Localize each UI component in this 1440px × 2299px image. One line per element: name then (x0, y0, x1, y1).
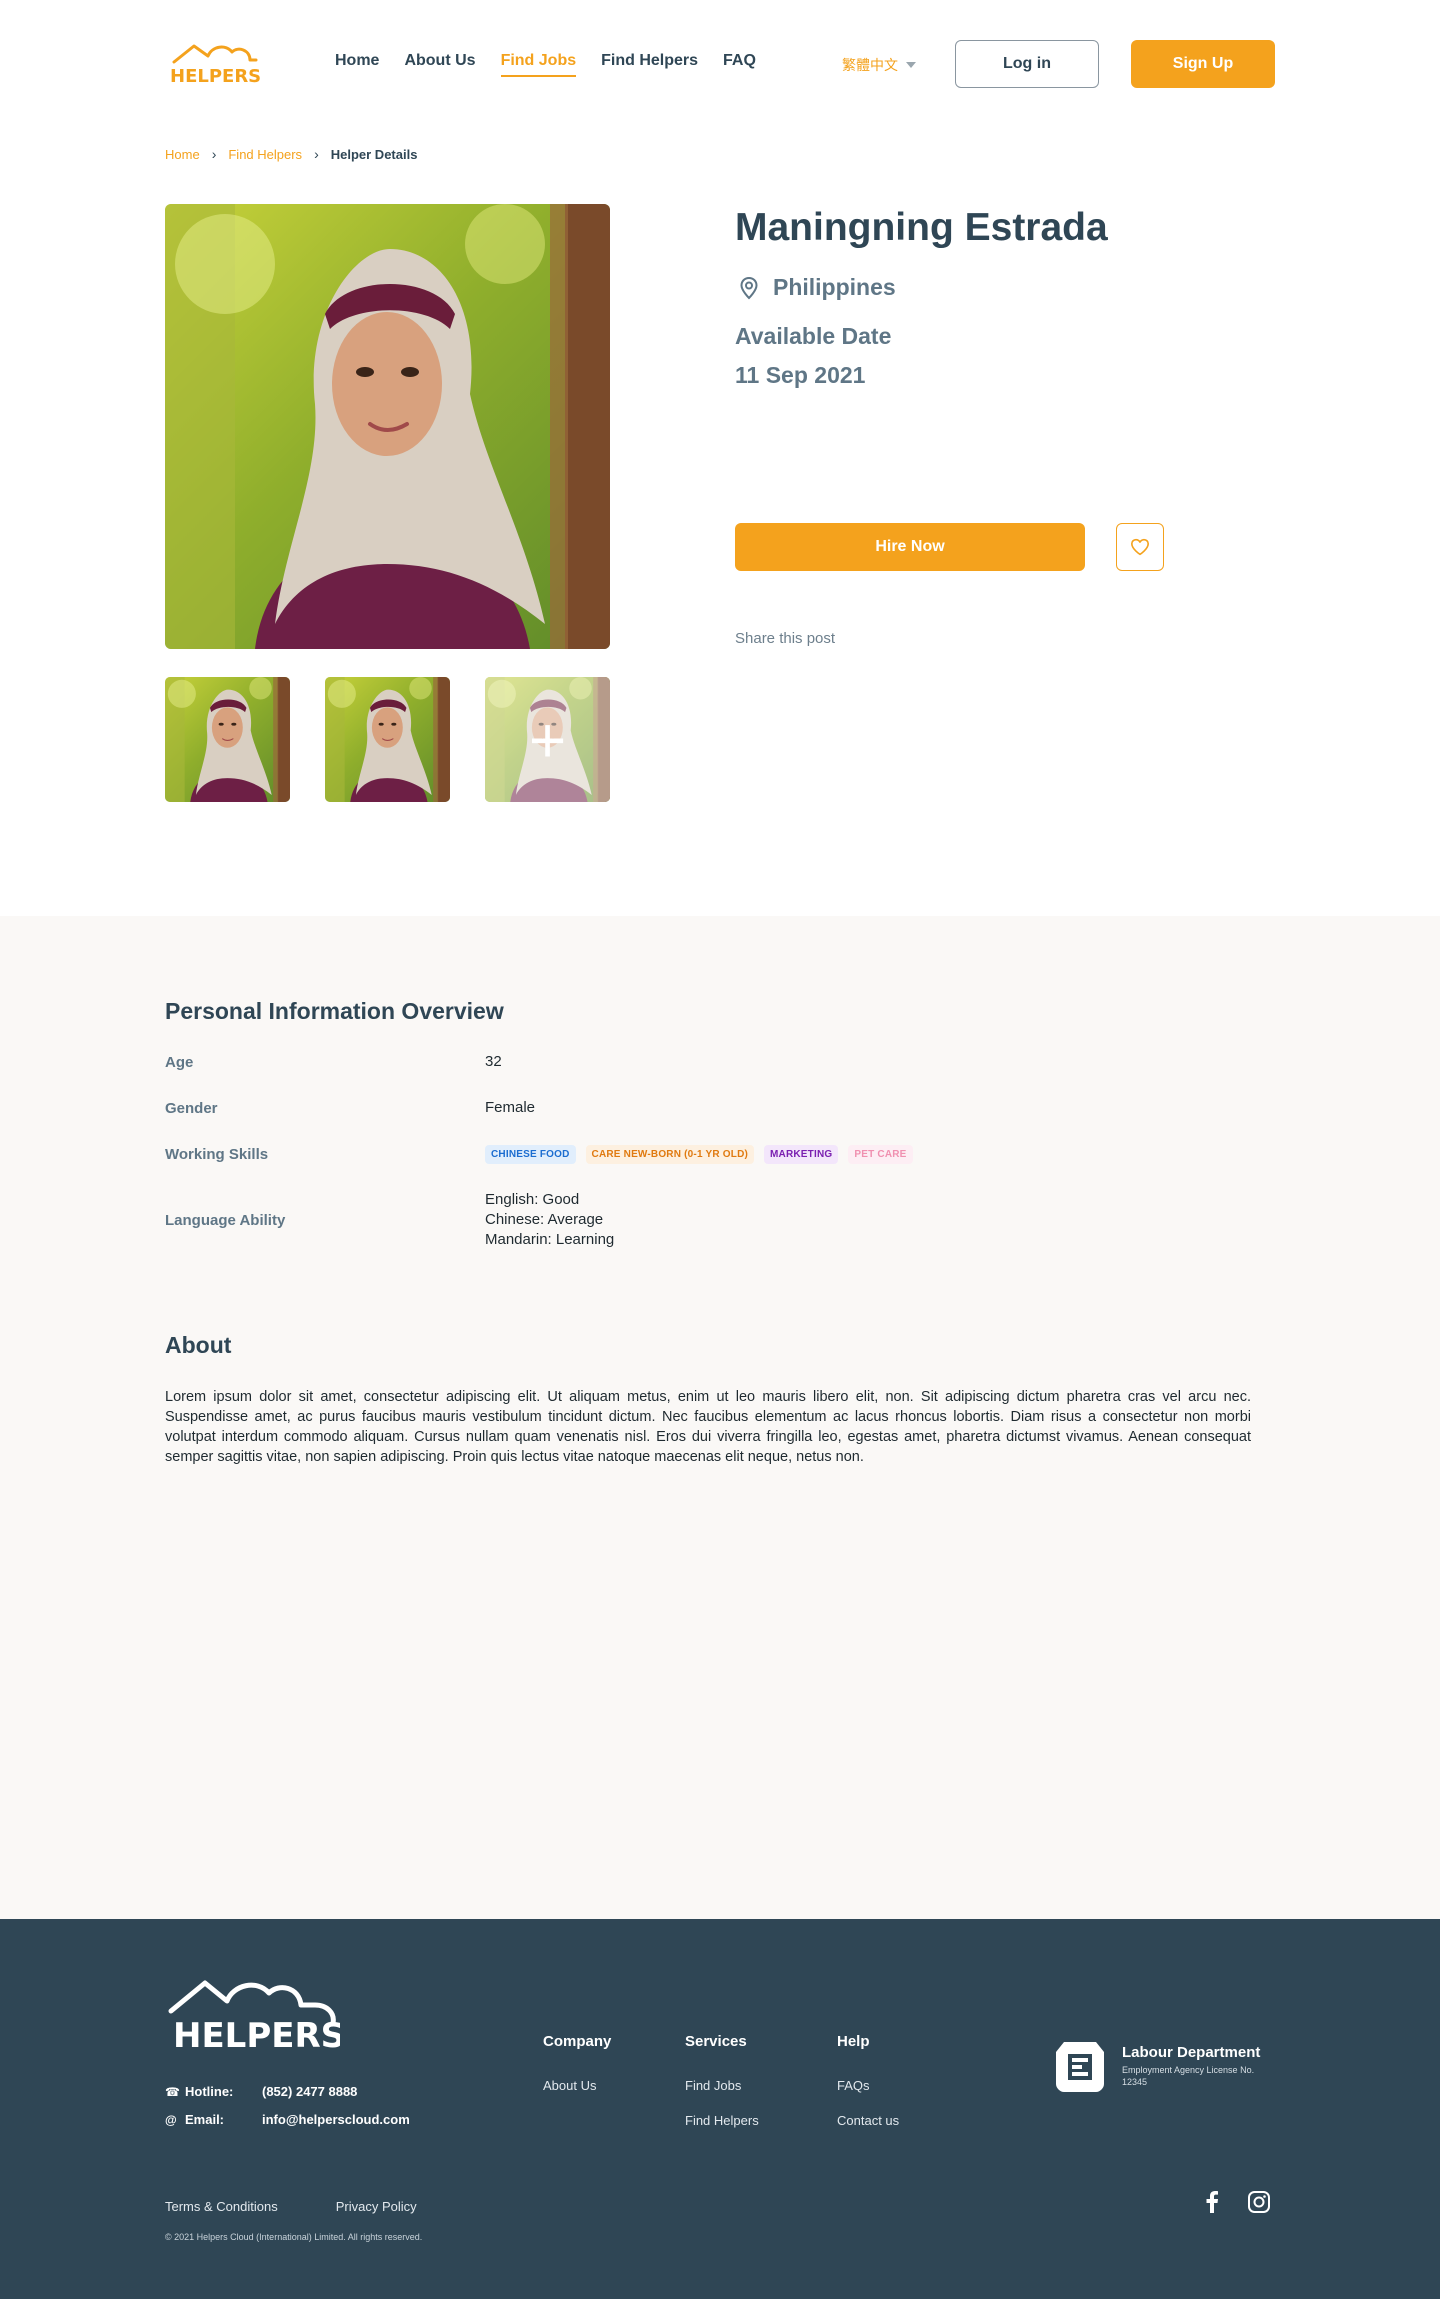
gender-label: Gender (165, 1099, 218, 1117)
plus-icon: + (528, 703, 567, 776)
email-row: @ Email: info@helperscloud.com (165, 2112, 410, 2127)
legal-links: Terms & Conditions Privacy Policy (165, 2199, 417, 2214)
helpers-logo[interactable]: HELPERS (164, 40, 264, 86)
labour-department-badge: Labour Department Employment Agency Lice… (1050, 2038, 1272, 2094)
footer-link-about-us[interactable]: About Us (543, 2078, 611, 2093)
email-label: Email: (185, 2112, 225, 2127)
language-item: Chinese: Average (485, 1211, 604, 1228)
thumbnail-photo[interactable] (325, 677, 450, 802)
language-label: Language Ability (165, 1211, 286, 1229)
overview-title: Personal Information Overview (165, 998, 504, 1024)
language-item: English: Good (485, 1191, 580, 1208)
helper-location: Philippines (737, 274, 896, 301)
main-photo (165, 204, 610, 649)
nav-about-us[interactable]: About Us (404, 52, 475, 77)
chevron-right-icon: › (211, 146, 217, 162)
info-row-skills: Working Skills CHINESE FOOD CARE NEW-BOR… (165, 1145, 913, 1164)
main-nav: Home About Us Find Jobs Find Helpers FAQ (335, 52, 781, 77)
privacy-link[interactable]: Privacy Policy (336, 2199, 417, 2214)
footer-column-title: Services (685, 2033, 747, 2050)
phone-icon: ☎ (165, 2084, 180, 2099)
at-icon: @ (165, 2112, 177, 2127)
nav-find-helpers[interactable]: Find Helpers (601, 52, 698, 77)
breadcrumb-current: Helper Details (330, 146, 418, 162)
skill-tag: CHINESE FOOD (485, 1145, 576, 1164)
footer-column-help: Help FAQs Contact us (837, 2033, 899, 2148)
info-row-age: Age 32 (165, 1052, 502, 1072)
gender-value: Female (485, 1099, 536, 1116)
hire-now-button[interactable]: Hire Now (735, 523, 1085, 571)
footer-link-find-helpers[interactable]: Find Helpers (685, 2113, 759, 2128)
skill-tag: PET CARE (848, 1145, 913, 1164)
site-header: HELPERS Home About Us Find Jobs Find Hel… (0, 0, 1440, 128)
chevron-down-icon (906, 62, 916, 68)
footer-column-services: Services Find Jobs Find Helpers (685, 2033, 759, 2148)
thumbnail-overlay: + (485, 677, 610, 802)
hotline-label: Hotline: (185, 2084, 234, 2099)
footer-column-company: Company About Us (543, 2033, 611, 2113)
facebook-icon[interactable] (1205, 2191, 1219, 2213)
nav-faq[interactable]: FAQ (723, 52, 756, 77)
footer-link-faqs[interactable]: FAQs (837, 2078, 899, 2093)
labour-department-icon (1056, 2042, 1104, 2092)
about-text: Lorem ipsum dolor sit amet, consectetur … (165, 1389, 1251, 1465)
info-row-gender: Gender Female (165, 1098, 535, 1118)
terms-link[interactable]: Terms & Conditions (165, 2199, 278, 2214)
labour-department-license: Employment Agency License No. 12345 (1122, 2065, 1255, 2087)
footer-link-contact-us[interactable]: Contact us (837, 2113, 899, 2128)
signup-button[interactable]: Sign Up (1131, 40, 1275, 88)
language-selector[interactable]: 繁體中文 (842, 55, 916, 75)
footer-link-find-jobs[interactable]: Find Jobs (685, 2078, 759, 2093)
labour-department-title: Labour Department (1122, 2044, 1261, 2061)
hotline-row: ☎ Hotline: (852) 2477 8888 (165, 2084, 357, 2099)
skills-label: Working Skills (165, 1146, 269, 1163)
age-value: 32 (485, 1053, 502, 1070)
svg-text:HELPERS: HELPERS (170, 66, 261, 86)
info-row-languages: Language Ability English: Good Chinese: … (165, 1190, 614, 1250)
thumbnail-more-photos[interactable]: + (485, 677, 610, 802)
skill-tag: CARE NEW-BORN (0-1 YR OLD) (585, 1145, 755, 1164)
nav-find-jobs[interactable]: Find Jobs (500, 52, 577, 77)
thumbnail-photo[interactable] (165, 677, 290, 802)
labour-department-text: Labour Department Employment Agency Lice… (1122, 2044, 1272, 2088)
location-pin-icon (740, 276, 758, 299)
svg-text:HELPERS: HELPERS (173, 2016, 340, 2053)
footer-column-title: Company (543, 2033, 612, 2050)
about-title: About (165, 1332, 232, 1358)
hotline-value[interactable]: (852) 2477 8888 (262, 2084, 357, 2099)
breadcrumb: Home › Find Helpers › Helper Details (165, 146, 417, 162)
favorite-button[interactable] (1116, 523, 1164, 571)
language-item: Mandarin: Learning (485, 1231, 615, 1248)
email-value[interactable]: info@helperscloud.com (262, 2112, 410, 2127)
available-date-value: 11 Sep 2021 (735, 362, 866, 388)
copyright-text: © 2021 Helpers Cloud (International) Lim… (165, 2232, 423, 2242)
instagram-icon[interactable] (1247, 2190, 1271, 2214)
language-label: 繁體中文 (842, 57, 898, 73)
location-text: Philippines (773, 274, 896, 300)
language-list: English: Good Chinese: Average Mandarin:… (485, 1190, 614, 1250)
skill-tags: CHINESE FOOD CARE NEW-BORN (0-1 YR OLD) … (485, 1145, 913, 1164)
nav-home[interactable]: Home (335, 52, 379, 77)
breadcrumb-find-helpers[interactable]: Find Helpers (228, 147, 302, 162)
age-label: Age (165, 1053, 194, 1071)
social-links (1205, 2190, 1271, 2214)
footer-column-title: Help (837, 2033, 870, 2050)
share-label: Share this post (735, 630, 836, 647)
available-date-label: Available Date (735, 323, 892, 349)
helpers-logo[interactable]: HELPERS (165, 1973, 340, 2053)
chevron-right-icon: › (314, 146, 319, 162)
site-footer: HELPERS ☎ Hotline: (852) 2477 8888 @ Ema… (0, 1919, 1440, 2299)
heart-icon (1131, 538, 1149, 556)
helper-name: Maningning Estrada (735, 206, 1108, 249)
login-button[interactable]: Log in (955, 40, 1099, 88)
skill-tag: MARKETING (764, 1145, 839, 1164)
breadcrumb-home[interactable]: Home (165, 147, 200, 162)
